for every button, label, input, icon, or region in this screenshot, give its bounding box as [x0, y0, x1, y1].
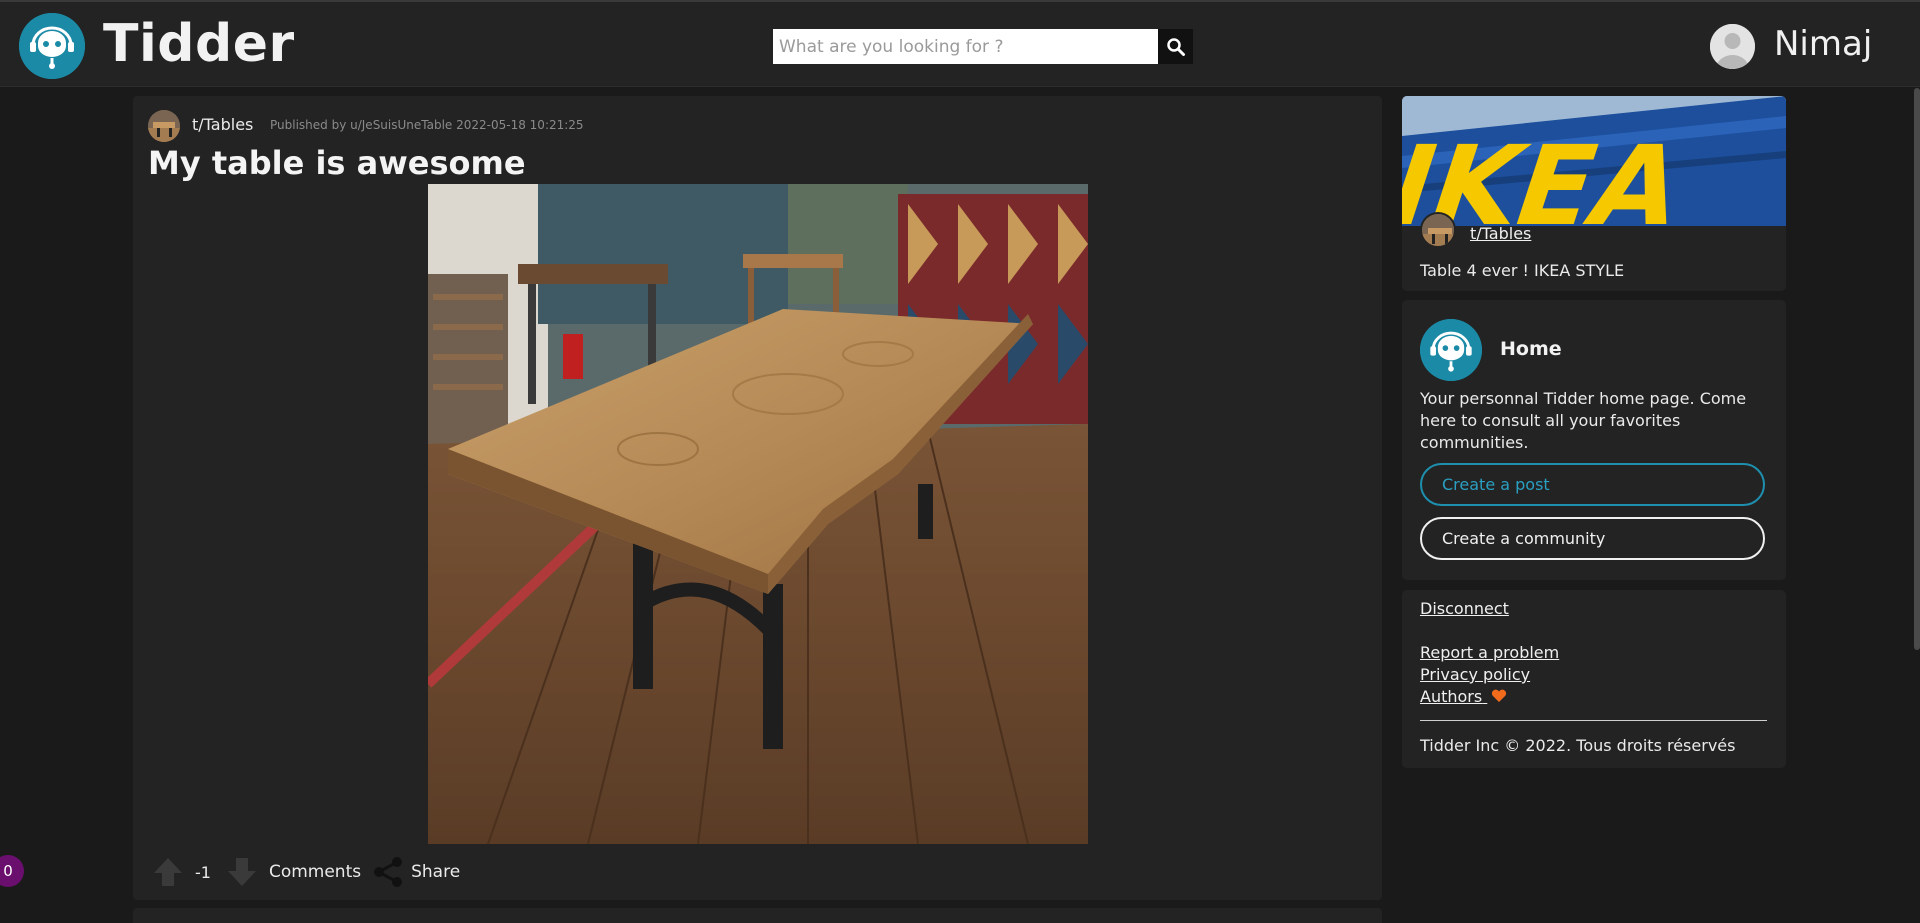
post-published-info: Published by u/JeSuisUneTable 2022-05-18…	[270, 118, 584, 132]
downvote-button[interactable]	[225, 855, 259, 889]
vote-count: -1	[195, 862, 211, 882]
tidder-logo-icon[interactable]	[19, 13, 85, 79]
sidebar-community-link[interactable]: t/Tables	[1470, 224, 1531, 243]
create-post-button[interactable]: Create a post	[1420, 463, 1765, 506]
community-banner: IKEA	[1402, 96, 1786, 226]
home-title: Home	[1500, 338, 1562, 360]
comments-button[interactable]: Comments	[269, 862, 361, 882]
share-icon	[374, 857, 403, 887]
post-title[interactable]: My table is awesome	[148, 144, 526, 182]
authors-link[interactable]: Authors	[1420, 687, 1507, 706]
search-bar	[773, 29, 1193, 64]
post-community-name[interactable]: t/Tables	[192, 115, 253, 134]
home-logo-icon	[1420, 319, 1482, 381]
notification-badge[interactable]: 0	[0, 855, 24, 887]
report-problem-link[interactable]: Report a problem	[1420, 643, 1559, 662]
post-card: t/Tables Published by u/JeSuisUneTable 2…	[133, 96, 1382, 900]
post-actions: -1 Comments Share	[151, 852, 460, 892]
top-navbar: Tidder Nimaj	[0, 0, 1920, 87]
arrow-up-icon	[154, 858, 182, 886]
user-avatar-icon[interactable]	[1710, 24, 1755, 69]
search-input[interactable]	[773, 29, 1158, 64]
comments-label: Comments	[268, 862, 362, 882]
ikea-banner-text: IKEA	[1402, 122, 1700, 226]
search-button[interactable]	[1158, 29, 1193, 64]
community-description: Table 4 ever ! IKEA STYLE	[1420, 261, 1625, 280]
copyright-text: Tidder Inc © 2022. Tous droits réservés	[1420, 736, 1736, 755]
create-community-button[interactable]: Create a community	[1420, 517, 1765, 560]
brand-name[interactable]: Tidder	[103, 14, 295, 74]
share-label: Share	[411, 862, 461, 882]
home-description: Your personnal Tidder home page. Come he…	[1420, 389, 1747, 452]
community-avatar[interactable]	[148, 110, 180, 142]
upvote-button[interactable]	[151, 855, 185, 889]
next-post-card	[133, 908, 1382, 923]
privacy-policy-link[interactable]: Privacy policy	[1420, 665, 1530, 684]
post-image[interactable]	[428, 184, 1088, 844]
share-button[interactable]: Share	[371, 855, 460, 889]
authors-label: Authors	[1420, 687, 1483, 706]
community-info-card: IKEA t/Tables Table 4 ever ! IKEA STYLE	[1402, 96, 1786, 291]
disconnect-link[interactable]: Disconnect	[1420, 599, 1509, 618]
footer-card: Disconnect Report a problem Privacy poli…	[1402, 590, 1786, 768]
search-icon	[1166, 37, 1185, 56]
home-card: Home Your personnal Tidder home page. Co…	[1402, 300, 1786, 580]
heart-icon	[1492, 689, 1507, 702]
arrow-down-icon	[227, 858, 256, 886]
user-name[interactable]: Nimaj	[1774, 24, 1872, 64]
page-scrollbar[interactable]	[1914, 88, 1920, 650]
sidebar-community-avatar[interactable]	[1420, 212, 1456, 248]
footer-divider	[1420, 720, 1767, 721]
